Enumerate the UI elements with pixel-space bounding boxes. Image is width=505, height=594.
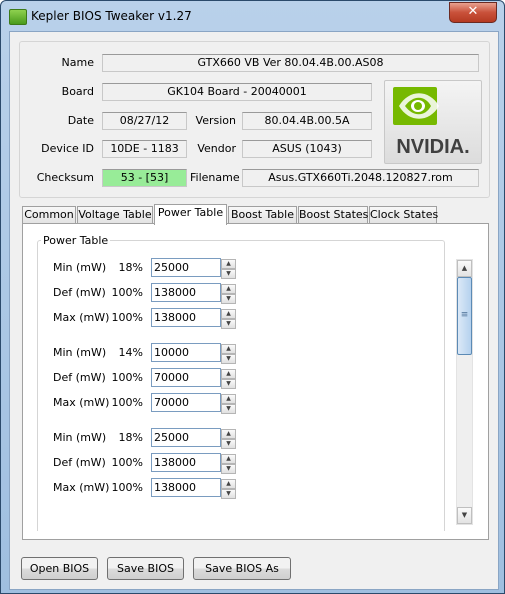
power-row-percent: 18% xyxy=(118,431,143,444)
tab-boost-states[interactable]: Boost States xyxy=(298,206,368,223)
nvidia-eye-icon: NVIDIA. xyxy=(393,87,470,158)
power-value-input[interactable]: 138000 xyxy=(151,308,221,327)
power-row-label: Min (mW) xyxy=(53,346,107,359)
spin-up-icon[interactable]: ▲ xyxy=(221,454,236,464)
value-spinner[interactable]: ▲ ▼ xyxy=(221,284,236,304)
power-value-input[interactable]: 25000 xyxy=(151,258,221,277)
device-id-field: 10DE - 1183 xyxy=(102,140,187,158)
bios-info-group: Name GTX660 VB Ver 80.04.4B.00.AS08 Boar… xyxy=(19,41,490,198)
vendor-field: ASUS (1043) xyxy=(242,140,372,158)
spin-up-icon[interactable]: ▲ xyxy=(221,479,236,489)
tab-boost-table[interactable]: Boost Table xyxy=(228,206,297,223)
close-button[interactable]: ✕ xyxy=(449,2,497,23)
power-row-percent: 100% xyxy=(111,371,143,384)
value-spinner[interactable]: ▲ ▼ xyxy=(221,394,236,414)
date-field: 08/27/12 xyxy=(102,112,187,130)
power-row-percent: 18% xyxy=(118,261,143,274)
spin-down-icon[interactable]: ▼ xyxy=(221,354,236,364)
value-spinner[interactable]: ▲ ▼ xyxy=(221,259,236,279)
power-value-input[interactable]: 138000 xyxy=(151,453,221,472)
tab-common[interactable]: Common xyxy=(22,206,76,223)
power-row-label: Min (mW) xyxy=(53,431,107,444)
power-value-input[interactable]: 138000 xyxy=(151,478,221,497)
vertical-scrollbar[interactable]: ▲ ≡ ▼ xyxy=(456,259,473,525)
spin-down-icon[interactable]: ▼ xyxy=(221,269,236,279)
power-value-input[interactable]: 25000 xyxy=(151,428,221,447)
scroll-thumb[interactable]: ≡ xyxy=(457,277,472,355)
power-row-label: Def (mW) xyxy=(53,456,106,469)
value-spinner[interactable]: ▲ ▼ xyxy=(221,479,236,499)
app-icon xyxy=(9,9,27,25)
open-bios-button[interactable]: Open BIOS xyxy=(21,557,98,580)
power-row-label: Max (mW) xyxy=(53,396,110,409)
nvidia-logo-text: NVIDIA. xyxy=(396,136,469,158)
save-bios-as-button[interactable]: Save BIOS As xyxy=(193,557,291,580)
date-label: Date xyxy=(67,114,94,127)
power-value-input[interactable]: 70000 xyxy=(151,368,221,387)
value-spinner[interactable]: ▲ ▼ xyxy=(221,369,236,389)
window-title: Kepler BIOS Tweaker v1.27 xyxy=(31,9,192,23)
power-value-input[interactable]: 70000 xyxy=(151,393,221,412)
spin-down-icon[interactable]: ▼ xyxy=(221,319,236,329)
power-value-input[interactable]: 10000 xyxy=(151,343,221,362)
spin-down-icon[interactable]: ▼ xyxy=(221,464,236,474)
name-label: Name xyxy=(61,56,94,69)
scroll-down-arrow-icon[interactable]: ▼ xyxy=(457,507,472,524)
version-label: Version xyxy=(195,114,236,127)
save-bios-button[interactable]: Save BIOS xyxy=(107,557,184,580)
spin-down-icon[interactable]: ▼ xyxy=(221,294,236,304)
power-row-percent: 14% xyxy=(118,346,143,359)
spin-up-icon[interactable]: ▲ xyxy=(221,309,236,319)
board-field: GK104 Board - 20040001 xyxy=(102,83,372,101)
tab-power-table[interactable]: Power Table xyxy=(154,204,227,225)
spin-up-icon[interactable]: ▲ xyxy=(221,259,236,269)
spin-down-icon[interactable]: ▼ xyxy=(221,404,236,414)
value-spinner[interactable]: ▲ ▼ xyxy=(221,344,236,364)
spin-down-icon[interactable]: ▼ xyxy=(221,379,236,389)
title-bar[interactable]: Kepler BIOS Tweaker v1.27 ✕ xyxy=(1,1,504,31)
spin-up-icon[interactable]: ▲ xyxy=(221,429,236,439)
power-value-input[interactable]: 138000 xyxy=(151,283,221,302)
power-row-percent: 100% xyxy=(111,311,143,324)
filename-field: Asus.GTX660Ti.2048.120827.rom xyxy=(242,169,479,187)
spin-down-icon[interactable]: ▼ xyxy=(221,439,236,449)
spin-up-icon[interactable]: ▲ xyxy=(221,284,236,294)
device-id-label: Device ID xyxy=(41,142,94,155)
scroll-up-arrow-icon[interactable]: ▲ xyxy=(457,260,472,277)
power-row-percent: 100% xyxy=(111,286,143,299)
power-row-percent: 100% xyxy=(111,456,143,469)
value-spinner[interactable]: ▲ ▼ xyxy=(221,429,236,449)
board-label: Board xyxy=(61,85,94,98)
spin-up-icon[interactable]: ▲ xyxy=(221,344,236,354)
power-row-label: Max (mW) xyxy=(53,311,110,324)
spin-down-icon[interactable]: ▼ xyxy=(221,489,236,499)
client-area: Name GTX660 VB Ver 80.04.4B.00.AS08 Boar… xyxy=(9,31,499,590)
power-row-label: Min (mW) xyxy=(53,261,107,274)
app-window: Kepler BIOS Tweaker v1.27 ✕ Name GTX660 … xyxy=(0,0,505,594)
nvidia-logo: NVIDIA. xyxy=(384,80,482,164)
power-row-label: Max (mW) xyxy=(53,481,110,494)
power-table-title: Power Table xyxy=(41,234,111,247)
power-row-label: Def (mW) xyxy=(53,371,106,384)
value-spinner[interactable]: ▲ ▼ xyxy=(221,454,236,474)
power-row-percent: 100% xyxy=(111,481,143,494)
checksum-label: Checksum xyxy=(36,171,94,184)
name-field: GTX660 VB Ver 80.04.4B.00.AS08 xyxy=(102,54,479,72)
power-row-label: Def (mW) xyxy=(53,286,106,299)
spin-up-icon[interactable]: ▲ xyxy=(221,394,236,404)
version-field: 80.04.4B.00.5A xyxy=(242,112,372,130)
value-spinner[interactable]: ▲ ▼ xyxy=(221,309,236,329)
tab-clock-states[interactable]: Clock States xyxy=(369,206,438,223)
power-table-panel: Power Table Min (mW) 18% 25000 ▲ ▼ Def (mW) 10… xyxy=(22,223,489,540)
filename-label: Filename xyxy=(190,171,240,184)
spin-up-icon[interactable]: ▲ xyxy=(221,369,236,379)
power-row-percent: 100% xyxy=(111,396,143,409)
tab-voltage-table[interactable]: Voltage Table xyxy=(77,206,153,223)
checksum-field: 53 - [53] xyxy=(102,169,187,187)
vendor-label: Vendor xyxy=(197,142,236,155)
